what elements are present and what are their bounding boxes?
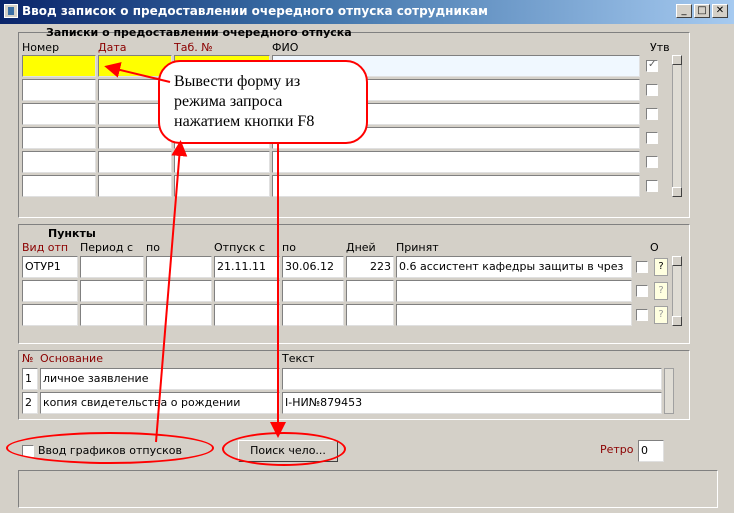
- leave-to-field[interactable]: 30.06.12: [282, 256, 344, 278]
- fio-field[interactable]: [272, 175, 640, 197]
- window-title: Ввод записок о предоставлении очередного…: [22, 4, 488, 18]
- number-field[interactable]: [22, 127, 96, 149]
- col-utv: Утв: [650, 41, 670, 54]
- o-checkbox[interactable]: [636, 309, 648, 321]
- lookup-button[interactable]: ?: [654, 258, 668, 276]
- retro-field[interactable]: 0: [638, 440, 664, 462]
- utv-checkbox[interactable]: [646, 180, 658, 192]
- maximize-button[interactable]: □: [694, 4, 710, 18]
- period-from-field[interactable]: [80, 256, 144, 278]
- days-field[interactable]: 223: [346, 256, 394, 278]
- tab-field[interactable]: [174, 175, 270, 197]
- text-field[interactable]: I-НИ№879453: [282, 392, 662, 414]
- zapiski-scrollbar[interactable]: [672, 55, 682, 197]
- vid-field[interactable]: [22, 304, 78, 326]
- callout-bubble: Вывести форму из режима запроса нажатием…: [158, 60, 368, 144]
- number-field[interactable]: [22, 103, 96, 125]
- leave-from-field[interactable]: [214, 280, 280, 302]
- scroll-down-arrow[interactable]: [672, 316, 682, 326]
- accepted-field[interactable]: 0.6 ассистент кафедры защиты в чрез: [396, 256, 632, 278]
- accepted-field[interactable]: [396, 304, 632, 326]
- date-field[interactable]: [98, 151, 172, 173]
- period-from-field[interactable]: [80, 280, 144, 302]
- punkty-title: Пункты: [48, 227, 96, 240]
- period-to-field[interactable]: [146, 304, 212, 326]
- minimize-button[interactable]: _: [676, 4, 692, 18]
- n-field[interactable]: 2: [22, 392, 38, 414]
- col-basis: Основание: [40, 352, 103, 365]
- highlight-oval-search: [222, 432, 346, 466]
- o-checkbox[interactable]: [636, 261, 648, 273]
- col-leave-from: Отпуск с: [214, 241, 266, 254]
- period-to-field[interactable]: [146, 280, 212, 302]
- utv-checkbox[interactable]: [646, 108, 658, 120]
- callout-text: Вывести форму из режима запроса нажатием…: [174, 73, 315, 130]
- col-vid: Вид отп: [22, 241, 69, 254]
- leave-to-field[interactable]: [282, 280, 344, 302]
- accepted-field[interactable]: [396, 280, 632, 302]
- col-days: Дней: [346, 241, 376, 254]
- close-button[interactable]: ✕: [712, 4, 728, 18]
- days-field[interactable]: [346, 304, 394, 326]
- text-field[interactable]: [282, 368, 662, 390]
- scroll-up-arrow[interactable]: [672, 256, 682, 266]
- lookup-button[interactable]: ?: [654, 282, 668, 300]
- period-to-field[interactable]: [146, 256, 212, 278]
- date-field[interactable]: [98, 175, 172, 197]
- app-icon: [4, 4, 18, 18]
- leave-to-field[interactable]: [282, 304, 344, 326]
- utv-checkbox[interactable]: [646, 84, 658, 96]
- scroll-down-arrow[interactable]: [672, 187, 682, 197]
- fio-field[interactable]: [272, 151, 640, 173]
- zapiski-title: Записки о предоставлении очередного отпу…: [46, 26, 352, 39]
- col-number: Номер: [22, 41, 60, 54]
- tab-field[interactable]: [174, 151, 270, 173]
- period-from-field[interactable]: [80, 304, 144, 326]
- utv-checkbox[interactable]: [646, 156, 658, 168]
- col-period-to: по: [146, 241, 160, 254]
- col-fio: ФИО: [272, 41, 299, 54]
- retro-label: Ретро: [600, 443, 634, 456]
- utv-checkbox[interactable]: [646, 59, 658, 72]
- basis-field[interactable]: личное заявление: [40, 368, 280, 390]
- number-field[interactable]: [22, 79, 96, 101]
- days-field[interactable]: [346, 280, 394, 302]
- scroll-up-arrow[interactable]: [672, 55, 682, 65]
- highlight-oval-schedule: [6, 432, 214, 464]
- col-leave-to: по: [282, 241, 296, 254]
- col-date: Дата: [98, 41, 127, 54]
- col-period-from: Период с: [80, 241, 134, 254]
- leave-from-field[interactable]: 21.11.11: [214, 256, 280, 278]
- utv-checkbox[interactable]: [646, 132, 658, 144]
- vid-field[interactable]: ОТУР1: [22, 256, 78, 278]
- osnovanie-scrollbar[interactable]: [664, 368, 674, 414]
- col-tab: Таб. №: [174, 41, 213, 54]
- o-checkbox[interactable]: [636, 285, 648, 297]
- number-field[interactable]: [22, 151, 96, 173]
- col-accepted: Принят: [396, 241, 439, 254]
- number-field[interactable]: [22, 55, 96, 77]
- basis-field[interactable]: копия свидетельства о рождении: [40, 392, 280, 414]
- col-text: Текст: [282, 352, 315, 365]
- status-area: [18, 470, 718, 508]
- lookup-button[interactable]: ?: [654, 306, 668, 324]
- col-o: О: [650, 241, 659, 254]
- n-field[interactable]: 1: [22, 368, 38, 390]
- number-field[interactable]: [22, 175, 96, 197]
- col-n: №: [22, 352, 34, 365]
- vid-field[interactable]: [22, 280, 78, 302]
- leave-from-field[interactable]: [214, 304, 280, 326]
